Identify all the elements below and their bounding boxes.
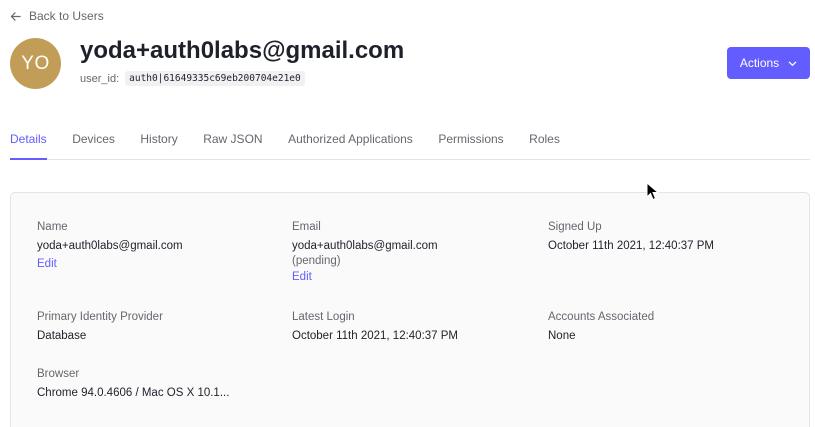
- accounts-associated-field: Accounts Associated None: [548, 311, 654, 342]
- accounts-associated-value: None: [548, 330, 576, 342]
- tab-permissions[interactable]: Permissions: [438, 124, 503, 160]
- avatar-initials: YO: [21, 52, 50, 74]
- user-id-value: auth0|61649335c69eb200704e21e0: [125, 71, 305, 86]
- browser-label: Browser: [37, 368, 80, 380]
- back-link-label: Back to Users: [29, 9, 104, 23]
- tab-raw-json[interactable]: Raw JSON: [203, 124, 262, 160]
- edit-name-link[interactable]: Edit: [37, 258, 57, 270]
- details-card: Name yoda+auth0labs@gmail.com Edit Email…: [10, 192, 810, 427]
- actions-button-label: Actions: [739, 56, 780, 70]
- edit-email-link[interactable]: Edit: [292, 271, 312, 283]
- latest-login-value: October 11th 2021, 12:40:37 PM: [292, 330, 459, 342]
- browser-field: Browser Chrome 94.0.4606 / Mac OS X 10.1…: [37, 368, 229, 399]
- chevron-down-icon: [788, 61, 797, 66]
- email-value: yoda+auth0labs@gmail.com: [292, 240, 438, 252]
- signed-up-field: Signed Up October 11th 2021, 12:40:37 PM: [548, 221, 714, 252]
- name-label: Name: [37, 221, 68, 233]
- email-status: (pending): [292, 255, 341, 267]
- page-title: yoda+auth0labs@gmail.com: [80, 37, 405, 64]
- identity-provider-value: Database: [37, 330, 87, 342]
- actions-button[interactable]: Actions: [727, 47, 810, 79]
- tab-roles[interactable]: Roles: [529, 124, 560, 160]
- back-to-users-link[interactable]: Back to Users: [10, 9, 104, 23]
- signed-up-value: October 11th 2021, 12:40:37 PM: [548, 240, 715, 252]
- identity-provider-label: Primary Identity Provider: [37, 311, 163, 323]
- latest-login-label: Latest Login: [292, 311, 355, 323]
- name-field: Name yoda+auth0labs@gmail.com Edit: [37, 221, 183, 270]
- latest-login-field: Latest Login October 11th 2021, 12:40:37…: [292, 311, 458, 342]
- tab-bar: Details Devices History Raw JSON Authori…: [10, 124, 810, 160]
- name-value: yoda+auth0labs@gmail.com: [37, 240, 183, 252]
- tab-devices[interactable]: Devices: [72, 124, 115, 160]
- tab-authorized-applications[interactable]: Authorized Applications: [288, 124, 413, 160]
- browser-value: Chrome 94.0.4606 / Mac OS X 10.1...: [37, 387, 230, 399]
- tab-details[interactable]: Details: [10, 124, 47, 160]
- mouse-pointer-icon: [646, 182, 660, 201]
- user-id-label: user_id:: [80, 72, 120, 85]
- arrow-left-icon: [10, 11, 21, 21]
- tab-history[interactable]: History: [140, 124, 177, 160]
- identity-provider-field: Primary Identity Provider Database: [37, 311, 163, 342]
- email-field: Email yoda+auth0labs@gmail.com (pending)…: [292, 221, 438, 283]
- user-id-row: user_id: auth0|61649335c69eb200704e21e0: [80, 71, 305, 86]
- signed-up-label: Signed Up: [548, 221, 602, 233]
- email-label: Email: [292, 221, 321, 233]
- accounts-associated-label: Accounts Associated: [548, 311, 655, 323]
- avatar: YO: [10, 38, 61, 89]
